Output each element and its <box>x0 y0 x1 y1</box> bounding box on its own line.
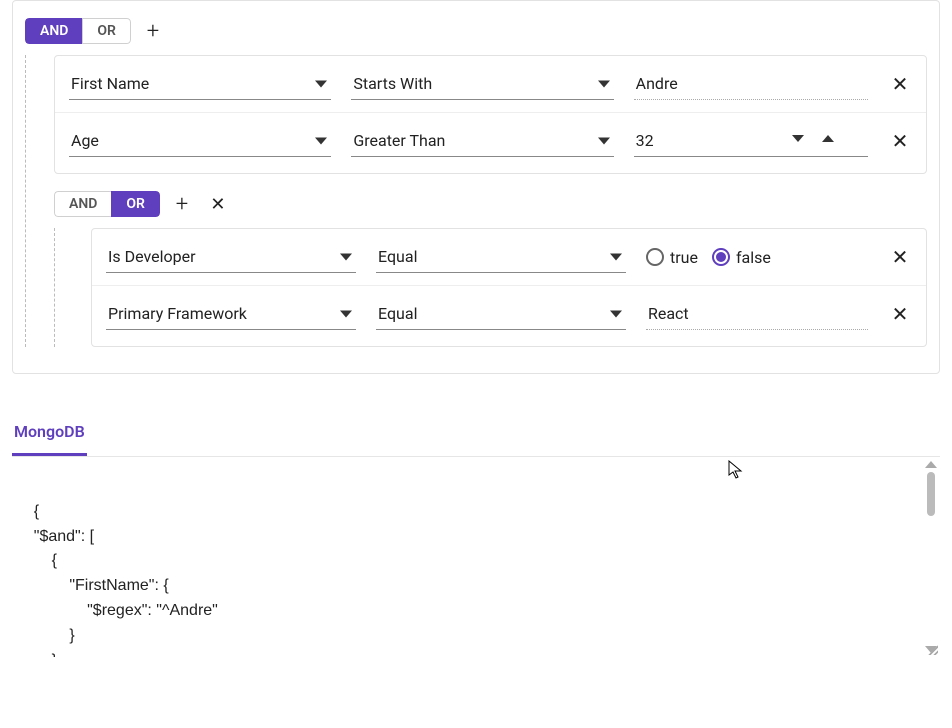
rules-container: First Name Starts With Andre ✕ Age <box>54 55 927 174</box>
value-label: React <box>648 304 689 323</box>
chevron-down-icon <box>315 137 327 144</box>
operator-select[interactable]: Starts With <box>351 68 613 100</box>
output-section: MongoDB { "$and": [ { "FirstName": { "$r… <box>12 414 940 657</box>
value-input[interactable]: Andre <box>634 68 868 100</box>
operator-label: Greater Than <box>353 131 445 150</box>
chevron-down-icon <box>598 137 610 144</box>
and-button[interactable]: AND <box>25 18 82 44</box>
field-label: First Name <box>71 74 149 93</box>
field-label: Primary Framework <box>108 304 247 323</box>
operator-label: Starts With <box>353 74 432 93</box>
field-select[interactable]: Primary Framework <box>106 298 356 330</box>
operator-select[interactable]: Greater Than <box>351 125 613 157</box>
subgroup: AND OR + ✕ Is Developer Equal <box>54 190 927 347</box>
add-icon[interactable]: + <box>168 190 196 218</box>
value-column: 32 <box>634 125 868 157</box>
field-label: Age <box>71 131 99 150</box>
value-column: React <box>646 298 868 330</box>
radio-icon <box>712 248 730 266</box>
operator-label: Equal <box>378 247 417 266</box>
scrollbar[interactable] <box>922 457 940 657</box>
or-button[interactable]: OR <box>111 191 160 217</box>
increment-icon[interactable] <box>822 135 834 142</box>
field-select[interactable]: First Name <box>69 68 331 100</box>
group-header: AND OR + ✕ <box>54 190 927 218</box>
resize-grip-icon[interactable] <box>926 643 938 655</box>
operator-label: Equal <box>378 304 417 323</box>
value-select[interactable]: React <box>646 298 868 330</box>
rule-row: Age Greater Than 32 ✕ <box>55 112 926 173</box>
field-select[interactable]: Is Developer <box>106 241 356 273</box>
number-spinner[interactable] <box>792 127 834 142</box>
radio-label: true <box>670 248 698 267</box>
radio-false[interactable]: false <box>712 248 771 267</box>
close-icon[interactable]: ✕ <box>204 190 232 218</box>
chevron-down-icon <box>598 80 610 87</box>
and-button[interactable]: AND <box>54 191 111 217</box>
tab-bar: MongoDB <box>12 414 940 457</box>
condition-segment: AND OR <box>25 18 131 44</box>
rules-tree: Is Developer Equal true <box>54 228 927 347</box>
code-output[interactable]: { "$and": [ { "FirstName": { "$regex": "… <box>12 457 940 657</box>
chevron-down-icon <box>610 310 622 317</box>
add-icon[interactable]: + <box>139 17 167 45</box>
chevron-down-icon <box>610 253 622 260</box>
operator-select[interactable]: Equal <box>376 241 626 273</box>
group-header: AND OR + <box>25 17 927 45</box>
chevron-down-icon <box>315 80 327 87</box>
condition-segment: AND OR <box>54 191 160 217</box>
close-icon[interactable]: ✕ <box>888 72 912 96</box>
rule-row: First Name Starts With Andre ✕ <box>55 56 926 100</box>
query-builder: AND OR + First Name Starts With Andre ✕ <box>12 0 940 374</box>
scroll-thumb[interactable] <box>927 472 935 516</box>
chevron-down-icon <box>340 253 352 260</box>
value-column: Andre <box>634 68 868 100</box>
radio-true[interactable]: true <box>646 248 698 267</box>
field-label: Is Developer <box>108 247 196 266</box>
operator-select[interactable]: Equal <box>376 298 626 330</box>
rules-container: Is Developer Equal true <box>91 228 927 347</box>
value-column: true false <box>646 248 868 267</box>
number-input[interactable]: 32 <box>634 125 868 157</box>
scroll-up-icon[interactable] <box>925 461 937 468</box>
close-icon[interactable]: ✕ <box>888 129 912 153</box>
radio-icon <box>646 248 664 266</box>
rules-tree: First Name Starts With Andre ✕ Age <box>25 55 927 347</box>
rule-row: Is Developer Equal true <box>92 229 926 273</box>
close-icon[interactable]: ✕ <box>888 245 912 269</box>
field-select[interactable]: Age <box>69 125 331 157</box>
value-label: 32 <box>636 131 654 150</box>
code-text: { "$and": [ { "FirstName": { "$regex": "… <box>16 503 218 657</box>
radio-label: false <box>736 248 771 267</box>
chevron-down-icon <box>340 310 352 317</box>
decrement-icon[interactable] <box>792 135 804 142</box>
close-icon[interactable]: ✕ <box>888 302 912 326</box>
or-button[interactable]: OR <box>82 18 131 44</box>
rule-row: Primary Framework Equal React ✕ <box>92 285 926 346</box>
tab-mongodb[interactable]: MongoDB <box>12 414 87 456</box>
